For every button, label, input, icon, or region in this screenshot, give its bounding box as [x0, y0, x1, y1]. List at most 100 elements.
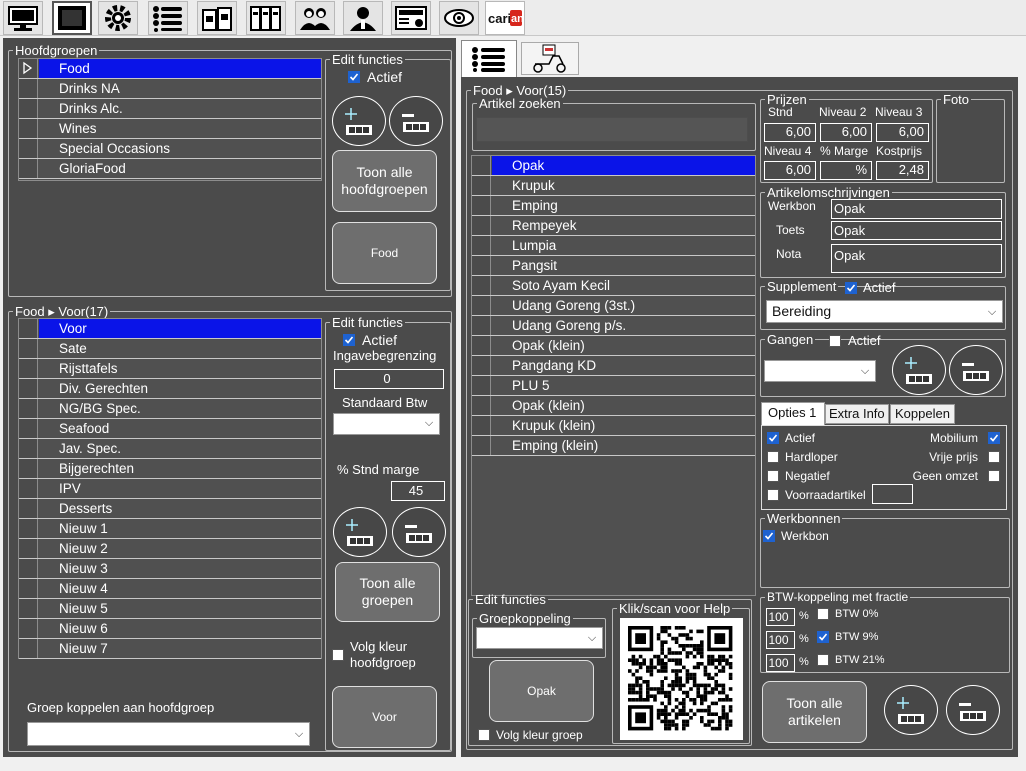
- kostprijs-input[interactable]: 2,48: [876, 161, 929, 180]
- groepen-list[interactable]: Voor Sate Rijsttafels Div. Gerechten NG/BG S…: [18, 318, 322, 659]
- actief-checkbox[interactable]: [348, 71, 360, 83]
- monitor-icon[interactable]: [3, 1, 43, 35]
- gangen-select[interactable]: ⌵: [764, 360, 876, 382]
- add-hoofdgroep-button[interactable]: [332, 96, 386, 146]
- tab-koppelen[interactable]: Koppelen: [890, 404, 955, 424]
- hoofdgroep-row[interactable]: GloriaFood: [19, 159, 321, 179]
- gear-icon[interactable]: [98, 1, 138, 35]
- hoofdgroep-row[interactable]: Food: [19, 59, 321, 79]
- tab-opties-1[interactable]: Opties 1: [761, 402, 825, 426]
- artikel-row[interactable]: Krupuk: [472, 176, 755, 196]
- volg-kleur-groep-checkbox[interactable]: [478, 729, 490, 741]
- optie-negatief-checkbox[interactable]: [767, 470, 779, 482]
- artikel-row[interactable]: Emping: [472, 196, 755, 216]
- werkbon-omschrijving-input[interactable]: Opak: [831, 199, 1002, 219]
- artikel-row[interactable]: Lumpia: [472, 236, 755, 256]
- hoofdgroep-row[interactable]: Wines: [19, 119, 321, 139]
- list-icon[interactable]: [148, 1, 188, 35]
- current-artikel-button[interactable]: Opak: [489, 660, 594, 722]
- current-hoofdgroep-button[interactable]: Food: [332, 222, 437, 284]
- artikel-zoeken-input[interactable]: [476, 117, 748, 142]
- ingavebegrenzing-input[interactable]: 0: [334, 369, 444, 389]
- carian-logo[interactable]: cari an: [485, 1, 525, 35]
- artikel-row[interactable]: Opak (klein): [472, 396, 755, 416]
- groep-koppelen-select[interactable]: ⌵: [27, 722, 310, 746]
- marge-input[interactable]: %: [820, 161, 872, 180]
- hoofdgroepen-list[interactable]: Food Drinks NA Drinks Alc. Wines Special Occ…: [18, 58, 322, 181]
- artikel-row[interactable]: Soto Ayam Kecil: [472, 276, 755, 296]
- add-groep-button[interactable]: [333, 507, 387, 557]
- artikel-row[interactable]: Opak: [472, 156, 755, 176]
- btw-checkbox[interactable]: [817, 631, 829, 643]
- volg-kleur-hoofdgroep-checkbox[interactable]: [332, 649, 344, 661]
- voorraad-input[interactable]: [872, 484, 913, 504]
- prijs-niveau4-input[interactable]: 6,00: [764, 161, 816, 180]
- groep-row[interactable]: IPV: [19, 479, 321, 499]
- artikel-row[interactable]: Udang Goreng (3st.): [472, 296, 755, 316]
- hoofdgroep-row[interactable]: Drinks NA: [19, 79, 321, 99]
- toets-omschrijving-input[interactable]: Opak: [831, 221, 1002, 240]
- groep-row[interactable]: Rijsttafels: [19, 359, 321, 379]
- binders-icon[interactable]: [246, 1, 286, 35]
- optie-voorraadartikel-checkbox[interactable]: [767, 489, 779, 501]
- add-artikel-button[interactable]: [884, 685, 938, 735]
- help-qr-code[interactable]: [620, 618, 743, 740]
- add-gang-button[interactable]: [892, 345, 946, 395]
- users-icon[interactable]: [295, 1, 335, 35]
- remove-groep-button[interactable]: [392, 507, 446, 557]
- groep-row[interactable]: Div. Gerechten: [19, 379, 321, 399]
- artikel-row[interactable]: PLU 5: [472, 376, 755, 396]
- artikel-row[interactable]: Udang Goreng p/s.: [472, 316, 755, 336]
- invoice-icon[interactable]: [391, 1, 431, 35]
- optie-hardloper-checkbox[interactable]: [767, 451, 779, 463]
- files-icon[interactable]: [197, 1, 237, 35]
- toon-alle-hoofdgroepen-button[interactable]: Toon alle hoofdgroepen: [332, 150, 437, 212]
- supplement-actief-checkbox[interactable]: [845, 282, 857, 294]
- btw-checkbox[interactable]: [817, 654, 829, 666]
- actief-checkbox[interactable]: [343, 334, 355, 346]
- toon-alle-groepen-button[interactable]: Toon alle groepen: [335, 562, 440, 622]
- hoofdgroep-row[interactable]: Drinks Alc.: [19, 99, 321, 119]
- optie-right-checkbox[interactable]: [988, 432, 1000, 444]
- groep-row[interactable]: Nieuw 2: [19, 539, 321, 559]
- remove-gang-button[interactable]: [949, 345, 1003, 395]
- groepkoppeling-select[interactable]: ⌵: [476, 627, 603, 649]
- artikel-row[interactable]: Pangsit: [472, 256, 755, 276]
- optie-actief-checkbox[interactable]: [767, 432, 779, 444]
- groep-row[interactable]: Voor: [19, 319, 321, 339]
- btw-fractie-input[interactable]: 100: [766, 654, 795, 672]
- toon-alle-artikelen-button[interactable]: Toon alle artikelen: [762, 681, 867, 743]
- groep-row[interactable]: Jav. Spec.: [19, 439, 321, 459]
- remove-artikel-button[interactable]: [946, 685, 1000, 735]
- artikel-row[interactable]: Rempeyek: [472, 216, 755, 236]
- groep-row[interactable]: Bijgerechten: [19, 459, 321, 479]
- artikel-row[interactable]: Pangdang KD: [472, 356, 755, 376]
- btw-fractie-input[interactable]: 100: [766, 608, 795, 626]
- groep-row[interactable]: Nieuw 1: [19, 519, 321, 539]
- standaard-btw-select[interactable]: ⌵: [333, 413, 440, 435]
- manager-icon[interactable]: [343, 1, 383, 35]
- optie-right-checkbox[interactable]: [988, 470, 1000, 482]
- supplement-select[interactable]: Bereiding ⌵: [766, 300, 1003, 323]
- artikelen-list[interactable]: Opak Krupuk Emping Rempeyek Lumpia Pangsit Sot…: [471, 155, 756, 596]
- prijs-niveau2-input[interactable]: 6,00: [820, 123, 872, 142]
- artikel-row[interactable]: Emping (klein): [472, 436, 755, 456]
- remove-hoofdgroep-button[interactable]: [389, 96, 443, 146]
- artikel-row[interactable]: Opak (klein): [472, 336, 755, 356]
- current-groep-button[interactable]: Voor: [332, 686, 437, 748]
- stnd-marge-input[interactable]: 45: [391, 481, 445, 501]
- prijs-niveau3-input[interactable]: 6,00: [876, 123, 929, 142]
- groep-row[interactable]: NG/BG Spec.: [19, 399, 321, 419]
- groep-row[interactable]: Sate: [19, 339, 321, 359]
- prijs-stnd-input[interactable]: 6,00: [764, 123, 816, 142]
- tab-extra-info[interactable]: Extra Info: [825, 404, 889, 424]
- tab-artikelen[interactable]: [461, 40, 517, 77]
- groep-row[interactable]: Nieuw 6: [19, 619, 321, 639]
- werkbon-checkbox[interactable]: [763, 530, 775, 542]
- hoofdgroep-row[interactable]: Special Occasions: [19, 139, 321, 159]
- groep-row[interactable]: Desserts: [19, 499, 321, 519]
- groep-row[interactable]: Nieuw 3: [19, 559, 321, 579]
- gangen-actief-checkbox[interactable]: [829, 335, 841, 347]
- screen-icon[interactable]: [52, 1, 92, 35]
- groep-row[interactable]: Nieuw 7: [19, 639, 321, 659]
